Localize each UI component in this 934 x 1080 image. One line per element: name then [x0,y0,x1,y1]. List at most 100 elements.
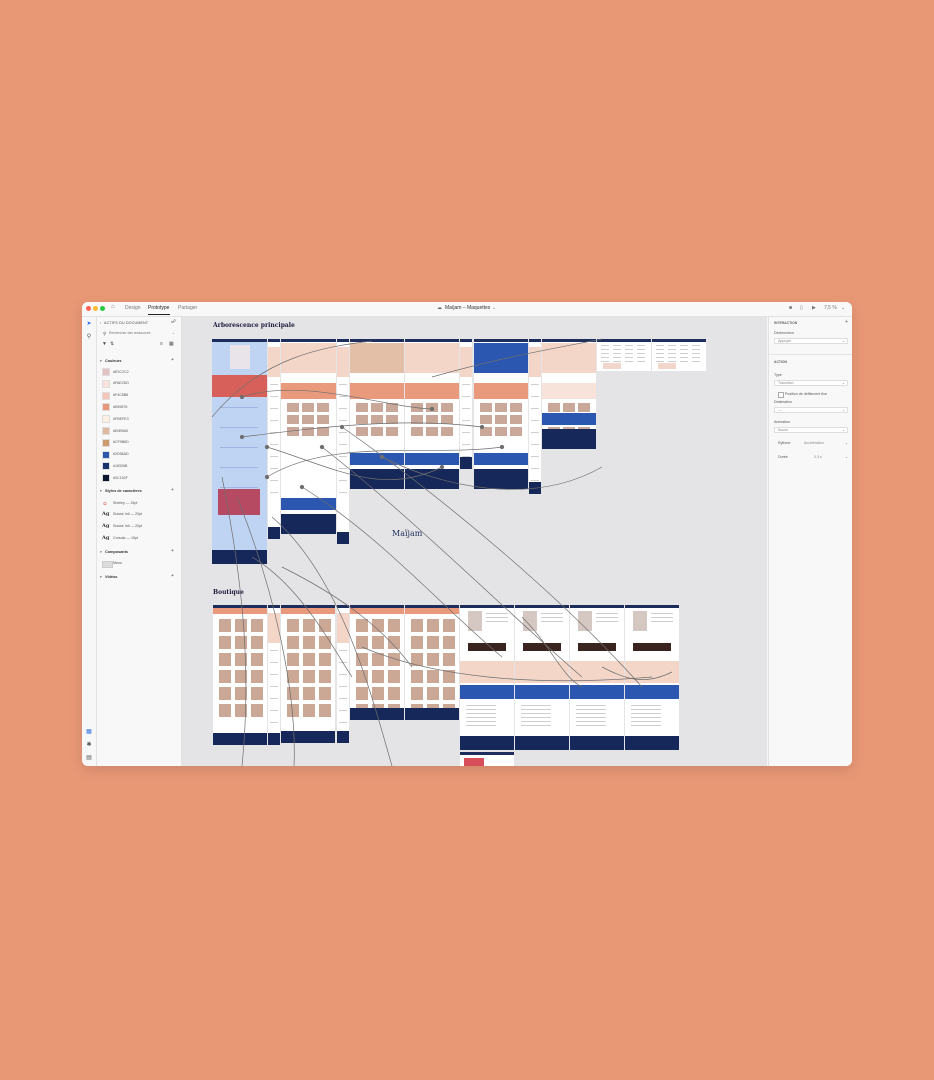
add-color-button[interactable]: + [171,358,174,363]
color-swatch[interactable] [102,438,110,447]
assets-icon[interactable]: ▦ [85,728,93,736]
wire-handle[interactable] [239,394,245,400]
wire-handle[interactable] [299,484,305,490]
zoom-tool-icon[interactable]: ⚲ [85,333,93,341]
prototype-wire[interactable] [521,616,583,688]
fixed-scroll-checkbox[interactable] [778,392,784,398]
prototype-wire[interactable] [236,496,295,766]
minimize-window-button[interactable] [93,306,98,311]
char-style-label[interactable]: Corsola — 15pt [113,536,138,541]
color-swatch[interactable] [102,391,110,400]
color-swatch[interactable] [102,379,110,388]
zoom-dropdown-icon[interactable]: ⌄ [841,304,845,313]
wire-handle[interactable] [264,444,270,450]
char-style-label[interactable]: Suisse Intl — 20pt [113,512,142,517]
search-options-icon[interactable]: ⌄ [172,331,175,336]
zoom-level[interactable]: 7,5 % [824,304,837,313]
color-label[interactable]: #CF9B6D [113,440,129,445]
prototype-wire[interactable] [301,486,503,658]
tab-prototype[interactable]: Prototype [148,304,169,313]
wire-handle[interactable] [239,434,245,440]
chevron-down-icon[interactable]: ⌄ [845,441,848,446]
play-icon[interactable]: ▶ [812,304,816,313]
wire-handle[interactable] [379,454,385,460]
grid-view-icon[interactable]: ▦ [169,342,174,347]
color-label[interactable]: #E2C2C2 [113,370,129,375]
wire-handle[interactable] [429,406,435,412]
destination-select[interactable]: — ⌄ [774,407,848,413]
wire-handle[interactable] [264,474,270,480]
close-window-button[interactable] [86,306,91,311]
prototype-wire[interactable] [241,389,433,410]
tab-partager[interactable]: Partager [178,304,197,313]
prototype-wire[interactable] [266,446,503,478]
color-swatch[interactable] [102,450,110,459]
color-swatch[interactable] [102,462,110,471]
color-label[interactable]: #E89878 [113,405,127,410]
prototype-wire[interactable] [266,446,443,481]
add-interaction-button[interactable]: + [845,320,848,325]
prototype-wire[interactable] [211,340,373,418]
prototype-wire[interactable] [361,646,653,682]
select-tool-icon[interactable]: ➤ [85,320,93,328]
mobile-preview-icon[interactable]: ▯ [800,304,803,313]
design-canvas[interactable]: Arborescence principale Boutique Maïjam [182,317,767,766]
wire-handle[interactable] [479,424,485,430]
prototype-wire[interactable] [321,446,583,678]
wire-handle[interactable] [319,444,325,450]
component-menu[interactable]: Menu [113,561,122,566]
plugins-icon[interactable]: ✱ [85,741,93,749]
color-swatch[interactable] [102,368,110,376]
prototype-wire[interactable] [601,666,673,680]
add-video-button[interactable]: + [171,574,174,579]
char-style-label[interactable]: Suisse Intl — 20pt [113,524,142,529]
search-input[interactable] [109,330,169,336]
wire-handle[interactable] [439,464,445,470]
easing-value[interactable]: Accélération [804,441,824,446]
add-style-button[interactable]: + [171,488,174,493]
color-label[interactable]: #FAE2DD [113,381,129,386]
chevron-down-icon[interactable]: ▾ [100,550,102,555]
chevron-down-icon[interactable]: ▾ [100,489,102,494]
sort-icon[interactable]: ⇅ [110,342,114,347]
chevron-down-icon[interactable]: ▾ [100,359,102,364]
prototype-wire[interactable] [281,566,413,668]
prototype-wire[interactable] [381,456,603,490]
duration-value[interactable]: 0,3 s [814,455,822,460]
home-icon[interactable]: ⌂ [111,303,115,312]
add-component-button[interactable]: + [171,549,174,554]
color-swatch[interactable] [102,474,110,483]
color-label[interactable]: #2D56AD [113,452,129,457]
prototype-wire[interactable] [271,516,393,766]
prototype-wire[interactable] [241,422,483,438]
chevron-down-icon[interactable]: ▾ [100,575,102,580]
list-view-icon[interactable]: ≡ [160,342,163,347]
back-chevron-icon[interactable]: ‹ [100,321,101,326]
color-label[interactable]: #18326B [113,464,127,469]
link-icon[interactable]: ☍ [171,320,176,325]
animation-select[interactable]: Aucun ⌄ [774,427,848,433]
color-swatch[interactable] [102,427,110,435]
color-swatch[interactable] [102,403,110,412]
tab-design[interactable]: Design [125,304,141,313]
wire-handle[interactable] [339,424,345,430]
char-style-label[interactable]: Shelley — 15pt [113,501,137,506]
type-select[interactable]: Transition ⌄ [774,380,848,386]
layers-icon[interactable]: ▤ [85,754,93,762]
wire-handle[interactable] [499,444,505,450]
color-swatch[interactable] [102,415,110,424]
prototype-wire[interactable] [431,338,603,378]
color-label[interactable]: #0C152F [113,476,128,481]
zoom-window-button[interactable] [100,306,105,311]
user-icon[interactable]: ☻ [788,304,793,313]
chevron-down-icon[interactable]: ⌄ [845,455,848,460]
prototype-wire[interactable] [221,476,247,766]
prototype-wire[interactable] [251,556,353,678]
color-label[interactable]: #E0B9A0 [113,429,128,434]
trigger-select[interactable]: Appuyer ⌄ [774,338,848,344]
document-title[interactable]: Maïjam – Maquettes [445,304,490,313]
filter-icon[interactable]: ▼ [102,342,107,347]
chevron-down-icon[interactable]: ⌄ [492,304,496,313]
color-label[interactable]: #FBEFE3 [113,417,129,422]
color-label[interactable]: #F4C5B8 [113,393,128,398]
